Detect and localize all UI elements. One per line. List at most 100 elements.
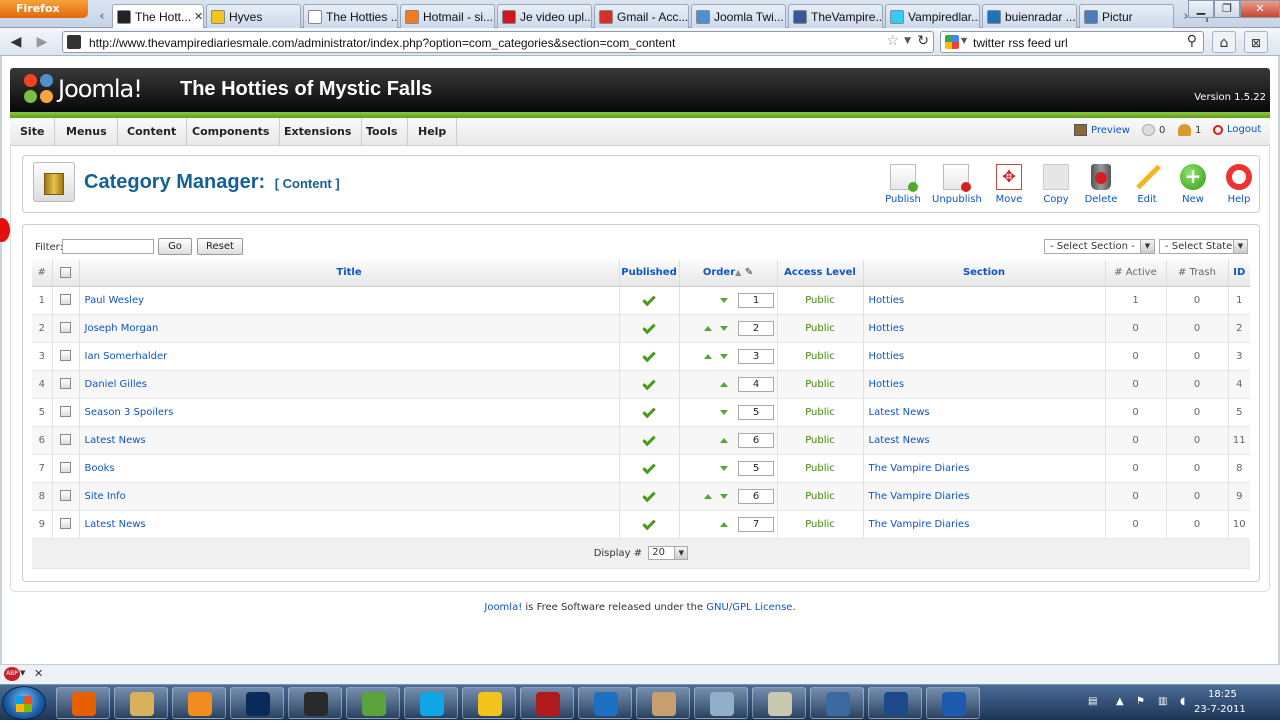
browser-tab[interactable]: buienradar ... — [982, 4, 1077, 28]
row-checkbox[interactable] — [60, 406, 71, 418]
firefox-taskbar-button[interactable] — [56, 687, 110, 719]
help-button[interactable]: Help — [1215, 160, 1263, 210]
category-title-link[interactable]: Paul Wesley — [85, 295, 145, 306]
row-checkbox[interactable] — [60, 350, 71, 362]
move-up-icon[interactable] — [704, 353, 712, 359]
menu-tools[interactable]: Tools — [356, 118, 409, 146]
bookmark-star-icon[interactable]: ☆ — [886, 33, 899, 49]
gpl-license-link[interactable]: GNU/GPL License — [706, 602, 792, 613]
move-down-icon[interactable] — [720, 325, 728, 331]
logout-link[interactable]: Logout — [1213, 124, 1261, 135]
forward-button[interactable]: ▶ — [32, 32, 52, 52]
publish-button[interactable]: Publish — [879, 160, 927, 210]
move-up-icon[interactable] — [704, 493, 712, 499]
display-count-select[interactable]: 20 ▼ — [648, 546, 689, 560]
teamviewer-taskbar-button[interactable] — [578, 687, 632, 719]
access-level-link[interactable]: Public — [805, 295, 835, 306]
access-level-link[interactable]: Public — [805, 323, 835, 334]
preview-link[interactable]: Preview — [1074, 124, 1130, 136]
access-level-link[interactable]: Public — [805, 407, 835, 418]
col-section[interactable]: Section — [863, 260, 1106, 287]
move-down-icon[interactable] — [720, 297, 728, 303]
media-player-taskbar-button[interactable] — [172, 687, 226, 719]
browser-tab[interactable]: The Hotties ... — [303, 4, 398, 28]
category-title-link[interactable]: Latest News — [85, 519, 146, 530]
browser-tab[interactable]: Joomla Twi... — [691, 4, 786, 28]
edit-button[interactable]: Edit — [1123, 160, 1171, 210]
order-input[interactable]: 5 — [738, 404, 774, 420]
order-input[interactable]: 6 — [738, 432, 774, 448]
published-check-icon[interactable] — [642, 348, 656, 362]
menu-help[interactable]: Help — [408, 118, 458, 146]
section-link[interactable]: Hotties — [869, 351, 905, 362]
col-access[interactable]: Access Level — [777, 260, 864, 287]
menu-content[interactable]: Content — [117, 118, 188, 146]
category-title-link[interactable]: Ian Somerhalder — [85, 351, 168, 362]
close-addon-bar-icon[interactable]: ✕ — [34, 667, 43, 680]
published-check-icon[interactable] — [642, 320, 656, 334]
menu-extensions[interactable]: Extensions — [274, 118, 363, 146]
copy-button[interactable]: Copy — [1032, 160, 1080, 210]
section-link[interactable]: The Vampire Diaries — [869, 491, 970, 502]
category-title-link[interactable]: Joseph Morgan — [85, 323, 159, 334]
move-up-icon[interactable] — [704, 325, 712, 331]
col-order[interactable]: Order▲ ✎ — [679, 260, 778, 287]
new-button[interactable]: + New — [1169, 160, 1217, 210]
access-level-link[interactable]: Public — [805, 519, 835, 530]
col-title[interactable]: Title — [79, 260, 620, 287]
menu-menus[interactable]: Menus — [56, 118, 118, 146]
flag-icon[interactable]: ⚑ — [1136, 696, 1150, 708]
section-link[interactable]: Latest News — [869, 407, 930, 418]
category-title-link[interactable]: Site Info — [85, 491, 126, 502]
browser-tab[interactable]: Hyves — [206, 4, 301, 28]
go-button[interactable]: Go — [158, 238, 192, 255]
addon-button[interactable]: ⊠ — [1244, 31, 1268, 53]
terminal-taskbar-button[interactable] — [288, 687, 342, 719]
browser-tab[interactable]: The Hott... ✕ — [112, 4, 204, 28]
photoshop-taskbar-button[interactable] — [230, 687, 284, 719]
search-icon[interactable]: ⚲ — [1187, 33, 1197, 49]
browser-tab[interactable]: Hotmail - si... — [400, 4, 495, 28]
browser-tab[interactable]: Vampiredlar... — [885, 4, 980, 28]
save-order-icon[interactable]: ✎ — [745, 267, 753, 278]
move-down-icon[interactable] — [720, 493, 728, 499]
published-check-icon[interactable] — [642, 404, 656, 418]
published-check-icon[interactable] — [642, 460, 656, 474]
users-count[interactable]: 1 — [1178, 124, 1201, 136]
col-id[interactable]: ID — [1228, 260, 1250, 287]
row-checkbox[interactable] — [60, 378, 71, 390]
paint-taskbar-button[interactable] — [752, 687, 806, 719]
search-bar[interactable]: ▼ twitter rss feed url ⚲ — [940, 31, 1204, 53]
screen-taskbar-button[interactable] — [810, 687, 864, 719]
close-window-button[interactable]: ✕ — [1240, 0, 1280, 18]
move-up-icon[interactable] — [720, 521, 728, 527]
section-link[interactable]: Latest News — [869, 435, 930, 446]
category-title-link[interactable]: Season 3 Spoilers — [85, 407, 174, 418]
section-link[interactable]: The Vampire Diaries — [869, 519, 970, 530]
start-button[interactable] — [2, 686, 46, 720]
notepad-taskbar-button[interactable] — [694, 687, 748, 719]
delete-button[interactable]: Delete — [1077, 160, 1125, 210]
order-input[interactable]: 3 — [738, 348, 774, 364]
filter-input[interactable] — [62, 239, 154, 254]
access-level-link[interactable]: Public — [805, 435, 835, 446]
order-input[interactable]: 6 — [738, 488, 774, 504]
adblock-icon[interactable]: ABP — [4, 667, 20, 681]
bird-taskbar-button[interactable] — [462, 687, 516, 719]
category-title-link[interactable]: Books — [85, 463, 115, 474]
access-level-link[interactable]: Public — [805, 379, 835, 390]
messages-count[interactable]: 0 — [1142, 124, 1165, 136]
order-input[interactable]: 1 — [738, 292, 774, 308]
section-link[interactable]: Hotties — [869, 295, 905, 306]
published-check-icon[interactable] — [642, 516, 656, 530]
move-down-icon[interactable] — [720, 353, 728, 359]
browser-tab[interactable]: TheVampire... — [788, 4, 883, 28]
minimize-button[interactable]: ▁ — [1188, 0, 1214, 18]
select-state-dropdown[interactable]: - Select State - ▼ — [1159, 239, 1248, 254]
messenger-taskbar-button[interactable] — [346, 687, 400, 719]
access-level-link[interactable]: Public — [805, 463, 835, 474]
move-down-icon[interactable] — [720, 465, 728, 471]
section-link[interactable]: Hotties — [869, 379, 905, 390]
app-taskbar-button[interactable] — [926, 687, 980, 719]
show-hidden-icon[interactable]: ▲ — [1116, 696, 1130, 708]
